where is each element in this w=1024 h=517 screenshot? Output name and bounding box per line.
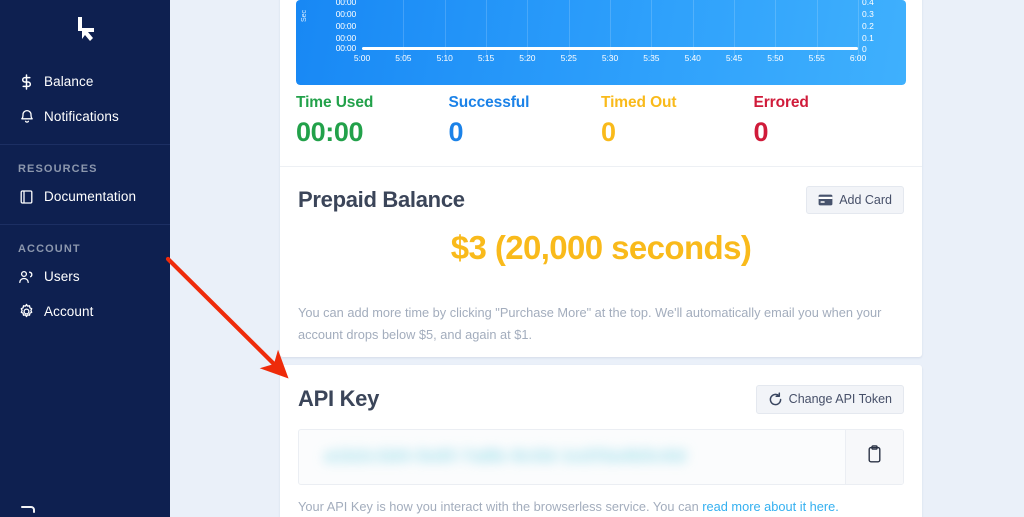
change-api-token-button[interactable]: Change API Token: [755, 384, 904, 414]
gridline: [527, 0, 529, 59]
sidebar-item-balance[interactable]: Balance: [0, 64, 170, 99]
gridline: [734, 0, 735, 59]
y-tick-right: 0.2: [862, 21, 874, 31]
sidebar: Balance Notifications RESOURCES Document…: [0, 0, 170, 517]
stat-errored: Errored 0: [754, 93, 907, 155]
sidebar-item-label: Documentation: [44, 189, 137, 204]
sidebar-group-main: Balance Notifications: [0, 58, 170, 144]
copy-api-key-button[interactable]: [845, 430, 903, 484]
sidebar-item-label: Balance: [44, 74, 94, 89]
stat-value: 0: [601, 117, 616, 147]
prepaid-balance-note: You can add more time by clicking "Purch…: [298, 305, 882, 342]
usage-balance-card: Sec 00:00 00:00 00:00 00:00 00:00 0.4 0.…: [280, 0, 922, 357]
sidebar-section-account: ACCOUNT: [18, 243, 81, 255]
x-tick: 5:10: [436, 53, 453, 63]
section-divider: [280, 166, 922, 167]
sidebar-group-resources: RESOURCES Documentation: [0, 145, 170, 224]
stat-value: 0: [753, 117, 769, 147]
sidebar-item-label: Account: [44, 304, 94, 319]
api-key-card: API Key Change API Token a1b2c3d4-5e6f-7…: [280, 365, 922, 517]
page-title-prepaid-balance: Prepaid Balance: [298, 187, 465, 212]
gridline: [775, 0, 777, 59]
clipboard-icon: [866, 445, 883, 469]
y-tick: 00:00: [335, 0, 356, 7]
api-key-header: API Key Change API Token: [298, 383, 904, 415]
api-key-field-row[interactable]: a1b2c3d4-5e6f-7a8b-9c0d-1e2f3a4b5c6d: [298, 429, 904, 485]
stat-timed-out: Timed Out 0: [601, 93, 754, 155]
api-key-note-text: Your API Key is how you interact with th…: [298, 499, 703, 514]
users-icon: [18, 268, 35, 285]
x-tick: 5:00: [353, 53, 371, 63]
credit-card-icon: [818, 194, 833, 206]
chart-x-axis: 5:00 5:05 5:10 5:15 5:20 5:25 5:30 5:35 5:40 5:45…: [354, 53, 866, 69]
stat-label: Successful: [448, 94, 530, 111]
chart-gridlines: [362, 0, 859, 59]
change-api-token-label: Change API Token: [788, 392, 892, 406]
sidebar-item-label: Users: [44, 269, 80, 284]
usage-chart[interactable]: Sec 00:00 00:00 00:00 00:00 00:00 0.4 0.…: [296, 0, 906, 85]
stat-value: 0: [448, 117, 464, 147]
y-tick-right: 0.4: [862, 0, 874, 7]
refresh-icon: [768, 391, 783, 407]
x-tick: 5:30: [601, 53, 619, 63]
dollar-icon: [18, 73, 35, 90]
stat-value: 00:00: [296, 117, 364, 147]
x-tick: 5:45: [725, 53, 743, 63]
sidebar-item-documentation[interactable]: Documentation: [0, 179, 170, 214]
sidebar-item-label: Notifications: [44, 109, 119, 124]
gear-icon: [18, 303, 35, 320]
sidebar-section-resources: RESOURCES: [18, 163, 98, 175]
x-tick: 5:20: [519, 53, 536, 63]
add-card-label: Add Card: [839, 193, 892, 207]
sidebar-group-account: ACCOUNT Users Account: [0, 225, 170, 339]
stats-row: Time Used 00:00 Successful 0 Timed Out 0…: [296, 93, 906, 155]
stat-label: Time Used: [296, 94, 374, 111]
x-tick: 5:15: [477, 53, 495, 63]
x-tick: 5:35: [643, 53, 660, 63]
y-tick-right: 0.1: [862, 33, 874, 43]
gridline: [444, 0, 446, 59]
chart-y-axis-label: Sec: [301, 9, 308, 22]
x-tick: 5:55: [808, 53, 825, 63]
add-card-button[interactable]: Add Card: [806, 186, 904, 214]
sidebar-item-users[interactable]: Users: [0, 259, 170, 294]
gridline: [568, 0, 570, 59]
book-icon: [18, 188, 35, 205]
gridline: [403, 0, 405, 59]
chart-series-line: [362, 47, 858, 50]
x-tick: 5:40: [684, 53, 701, 63]
browserless-logo[interactable]: [0, 0, 170, 58]
gridline: [651, 0, 653, 59]
stat-label: Timed Out: [601, 94, 677, 111]
stat-successful: Successful 0: [449, 93, 602, 155]
sidebar-item-account[interactable]: Account: [0, 294, 170, 329]
chart-plot-area: Sec 00:00 00:00 00:00 00:00 00:00 0.4 0.…: [296, 0, 906, 85]
main-content: Sec 00:00 00:00 00:00 00:00 00:00 0.4 0.…: [170, 0, 1024, 517]
x-tick: 5:05: [395, 53, 412, 63]
gridline: [486, 0, 487, 59]
gridline: [816, 0, 818, 59]
y-tick: 00:00: [335, 9, 356, 19]
stat-label: Errored: [753, 94, 809, 111]
api-key-value[interactable]: a1b2c3d4-5e6f-7a8b-9c0d-1e2f3a4b5c6d: [299, 430, 845, 484]
gridline: [610, 0, 611, 59]
api-key-docs-link[interactable]: read more about it here.: [702, 499, 839, 514]
gridline: [858, 0, 859, 59]
sidebar-item-notifications[interactable]: Notifications: [0, 99, 170, 134]
prepaid-balance-amount: $3 (20,000 seconds): [450, 229, 752, 266]
help-icon[interactable]: [18, 503, 42, 517]
x-tick: 5:25: [560, 53, 577, 63]
bell-icon: [18, 108, 35, 125]
stat-time-used: Time Used 00:00: [296, 93, 449, 155]
prepaid-balance-header: Prepaid Balance Add Card: [298, 183, 904, 217]
y-tick-right: 0.3: [862, 9, 874, 19]
y-tick: 00:00: [335, 43, 356, 53]
x-tick: 6:00: [849, 53, 867, 63]
api-key-note: Your API Key is how you interact with th…: [298, 497, 904, 517]
gridline: [692, 0, 694, 59]
y-tick: 00:00: [335, 21, 356, 31]
page-title-api-key: API Key: [298, 386, 380, 411]
x-tick: 5:50: [767, 53, 784, 63]
y-tick: 00:00: [335, 33, 356, 43]
